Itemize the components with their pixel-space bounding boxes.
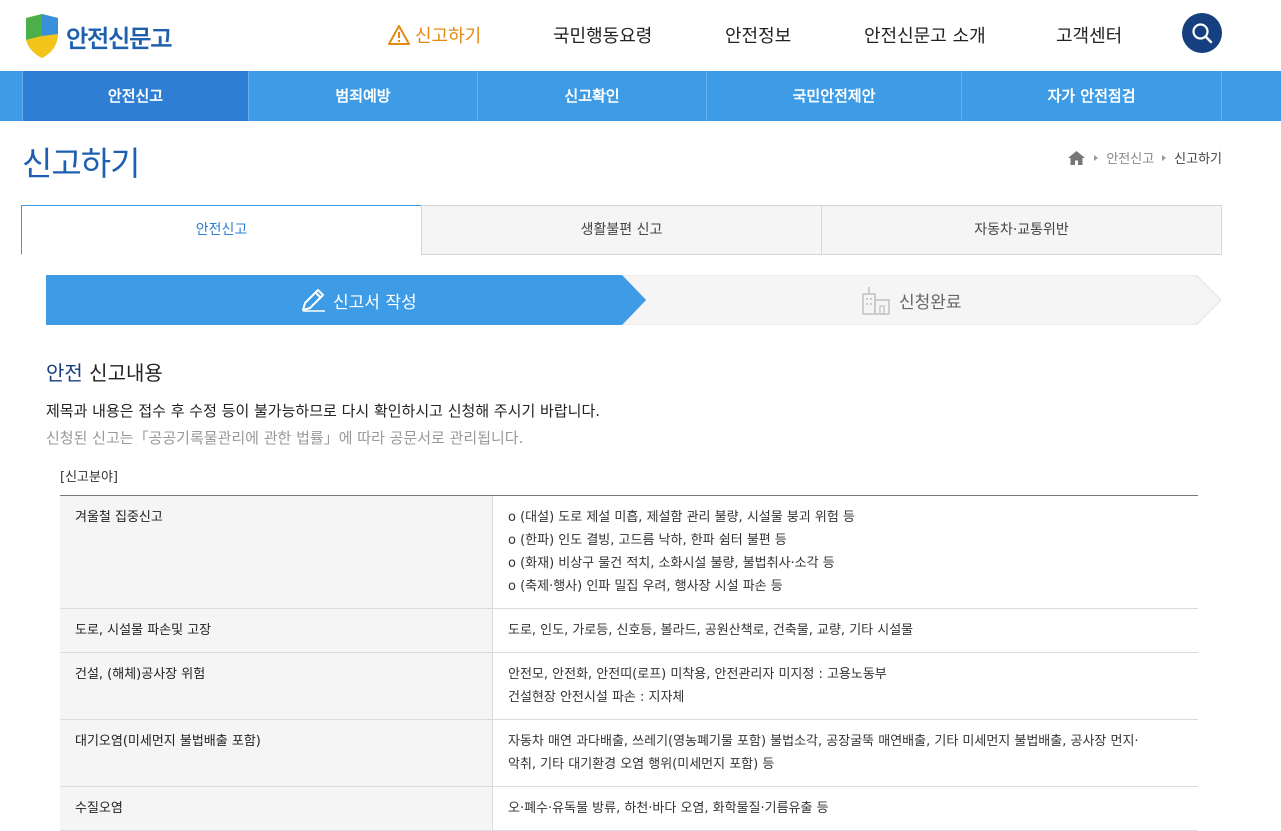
table-row-details: 자동차 매연 과다배출, 쓰레기(영농폐기물 포함) 불법소각, 공장굴뚝 매연… bbox=[493, 720, 1198, 786]
breadcrumb-separator-icon bbox=[1162, 154, 1167, 161]
gnb-item-safety-info[interactable]: 안전정보 bbox=[725, 22, 791, 48]
logo-shield-icon bbox=[26, 14, 58, 58]
breadcrumb-current: 신고하기 bbox=[1174, 152, 1222, 167]
detail-line: o (대설) 도로 제설 미흡, 제설함 관리 불량, 시설물 붕괴 위험 등 bbox=[508, 510, 855, 525]
pencil-icon bbox=[302, 289, 325, 312]
subnav-item-crime-prevention[interactable]: 범죄예방 bbox=[249, 71, 478, 121]
table-row-category: 건설, (해체)공사장 위험 bbox=[60, 653, 493, 719]
logo[interactable]: 안전신문고 bbox=[22, 12, 172, 60]
table-row-category: 수질오염 bbox=[60, 787, 493, 830]
detail-line: 자동차 매연 과다배출, 쓰레기(영농폐기물 포함) 불법소각, 공장굴뚝 매연… bbox=[508, 734, 1139, 749]
report-category-table: 겨울철 집중신고 o (대설) 도로 제설 미흡, 제설함 관리 불량, 시설물… bbox=[60, 495, 1198, 831]
detail-line: o (화재) 비상구 물건 적치, 소화시설 불량, 불법취사·소각 등 bbox=[508, 556, 835, 571]
subnav-item-safety-report[interactable]: 안전신고 bbox=[22, 71, 249, 121]
table-row-details: 안전모, 안전화, 안전띠(로프) 미착용, 안전관리자 미지정 : 고용노동부… bbox=[493, 653, 1198, 719]
breadcrumb-item[interactable]: 안전신고 bbox=[1106, 148, 1154, 167]
tab-living-inconvenience[interactable]: 생활불편 신고 bbox=[421, 205, 822, 255]
section-title-rest: 신고내용 bbox=[82, 361, 163, 385]
table-row-details: o (대설) 도로 제설 미흡, 제설함 관리 불량, 시설물 붕괴 위험 등 … bbox=[493, 496, 1198, 608]
subnav-item-report-check[interactable]: 신고확인 bbox=[478, 71, 707, 121]
step-label: 신고서 작성 bbox=[333, 292, 417, 313]
search-button[interactable] bbox=[1182, 13, 1222, 53]
section-title-accent: 안전 bbox=[46, 361, 83, 385]
report-type-tabs: 안전신고 생활불편 신고 자동차·교통위반 bbox=[21, 205, 1222, 255]
table-row-details: 도로, 인도, 가로등, 신호등, 볼라드, 공원산책로, 건축물, 교량, 기… bbox=[493, 609, 1198, 652]
gnb-item-label: 신고하기 bbox=[415, 26, 482, 47]
page-title: 신고하기 bbox=[22, 144, 140, 183]
table-row: 도로, 시설물 파손및 고장 도로, 인도, 가로등, 신호등, 볼라드, 공원… bbox=[60, 609, 1198, 653]
detail-line: o (한파) 인도 결빙, 고드름 낙하, 한파 쉼터 불편 등 bbox=[508, 533, 787, 548]
table-caption: [신고분야] bbox=[60, 470, 118, 485]
tab-safety-report[interactable]: 안전신고 bbox=[21, 205, 422, 255]
sub-navigation: 안전신고 범죄예방 신고확인 국민안전제안 자가 안전점검 bbox=[0, 71, 1281, 121]
table-row: 건설, (해체)공사장 위험 안전모, 안전화, 안전띠(로프) 미착용, 안전… bbox=[60, 653, 1198, 720]
subnav-item-self-check[interactable]: 자가 안전점검 bbox=[962, 71, 1222, 121]
detail-line: o (축제·행사) 인파 밀집 우려, 행사장 시설 파손 등 bbox=[508, 579, 783, 594]
section-title: 안전 신고내용 bbox=[46, 357, 163, 386]
detail-line: 도로, 인도, 가로등, 신호등, 볼라드, 공원산책로, 건축물, 교량, 기… bbox=[508, 623, 914, 638]
home-icon[interactable] bbox=[1067, 150, 1086, 166]
logo-text: 안전신문고 bbox=[66, 24, 172, 53]
subnav-item-safety-proposal[interactable]: 국민안전제안 bbox=[707, 71, 962, 121]
step-write-form: 신고서 작성 bbox=[299, 275, 417, 325]
step-complete: 신청완료 bbox=[861, 275, 962, 325]
gnb-item-action-guide[interactable]: 국민행동요령 bbox=[553, 22, 652, 48]
step-label: 신청완료 bbox=[899, 292, 962, 313]
detail-line: 오·폐수·유독물 방류, 하천·바다 오염, 화학물질·기름유출 등 bbox=[508, 801, 829, 816]
breadcrumb: 안전신고 신고하기 bbox=[1067, 148, 1222, 167]
notice-edit-warning: 제목과 내용은 접수 후 수정 등이 불가능하므로 다시 확인하시고 신청해 주… bbox=[46, 402, 601, 420]
search-icon bbox=[1192, 23, 1213, 44]
site-header: 안전신문고 신고하기 국민행동요령 안전정보 안전신문고 소개 고객센터 bbox=[0, 0, 1281, 71]
table-row: 대기오염(미세먼지 불법배출 포함) 자동차 매연 과다배출, 쓰레기(영농폐기… bbox=[60, 720, 1198, 787]
detail-line: 건설현장 안전시설 파손 : 지자체 bbox=[508, 690, 685, 705]
tab-vehicle-traffic[interactable]: 자동차·교통위반 bbox=[821, 205, 1222, 255]
building-icon bbox=[862, 287, 890, 315]
progress-steps: 신고서 작성 신청완료 bbox=[46, 275, 1222, 325]
gnb-item-report[interactable]: 신고하기 bbox=[388, 22, 481, 48]
table-row-category: 도로, 시설물 파손및 고장 bbox=[60, 609, 493, 652]
notice-record-management: 신청된 신고는「공공기록물관리에 관한 법률」에 따라 공문서로 관리됩니다. bbox=[46, 429, 524, 447]
table-row-category: 대기오염(미세먼지 불법배출 포함) bbox=[60, 720, 493, 786]
breadcrumb-separator-icon bbox=[1094, 154, 1099, 161]
table-row-category: 겨울철 집중신고 bbox=[60, 496, 493, 608]
table-row-details: 오·폐수·유독물 방류, 하천·바다 오염, 화학물질·기름유출 등 bbox=[493, 787, 1198, 830]
table-row: 수질오염 오·폐수·유독물 방류, 하천·바다 오염, 화학물질·기름유출 등 bbox=[60, 787, 1198, 831]
detail-line: 안전모, 안전화, 안전띠(로프) 미착용, 안전관리자 미지정 : 고용노동부 bbox=[508, 667, 887, 682]
warning-icon bbox=[388, 25, 410, 45]
steps-background bbox=[46, 275, 1222, 325]
detail-line: 악취, 기타 대기환경 오염 행위(미세먼지 포함) 등 bbox=[508, 757, 775, 772]
gnb-item-about[interactable]: 안전신문고 소개 bbox=[864, 22, 986, 48]
table-row: 겨울철 집중신고 o (대설) 도로 제설 미흡, 제설함 관리 불량, 시설물… bbox=[60, 496, 1198, 609]
gnb-item-customer-center[interactable]: 고객센터 bbox=[1056, 22, 1122, 48]
